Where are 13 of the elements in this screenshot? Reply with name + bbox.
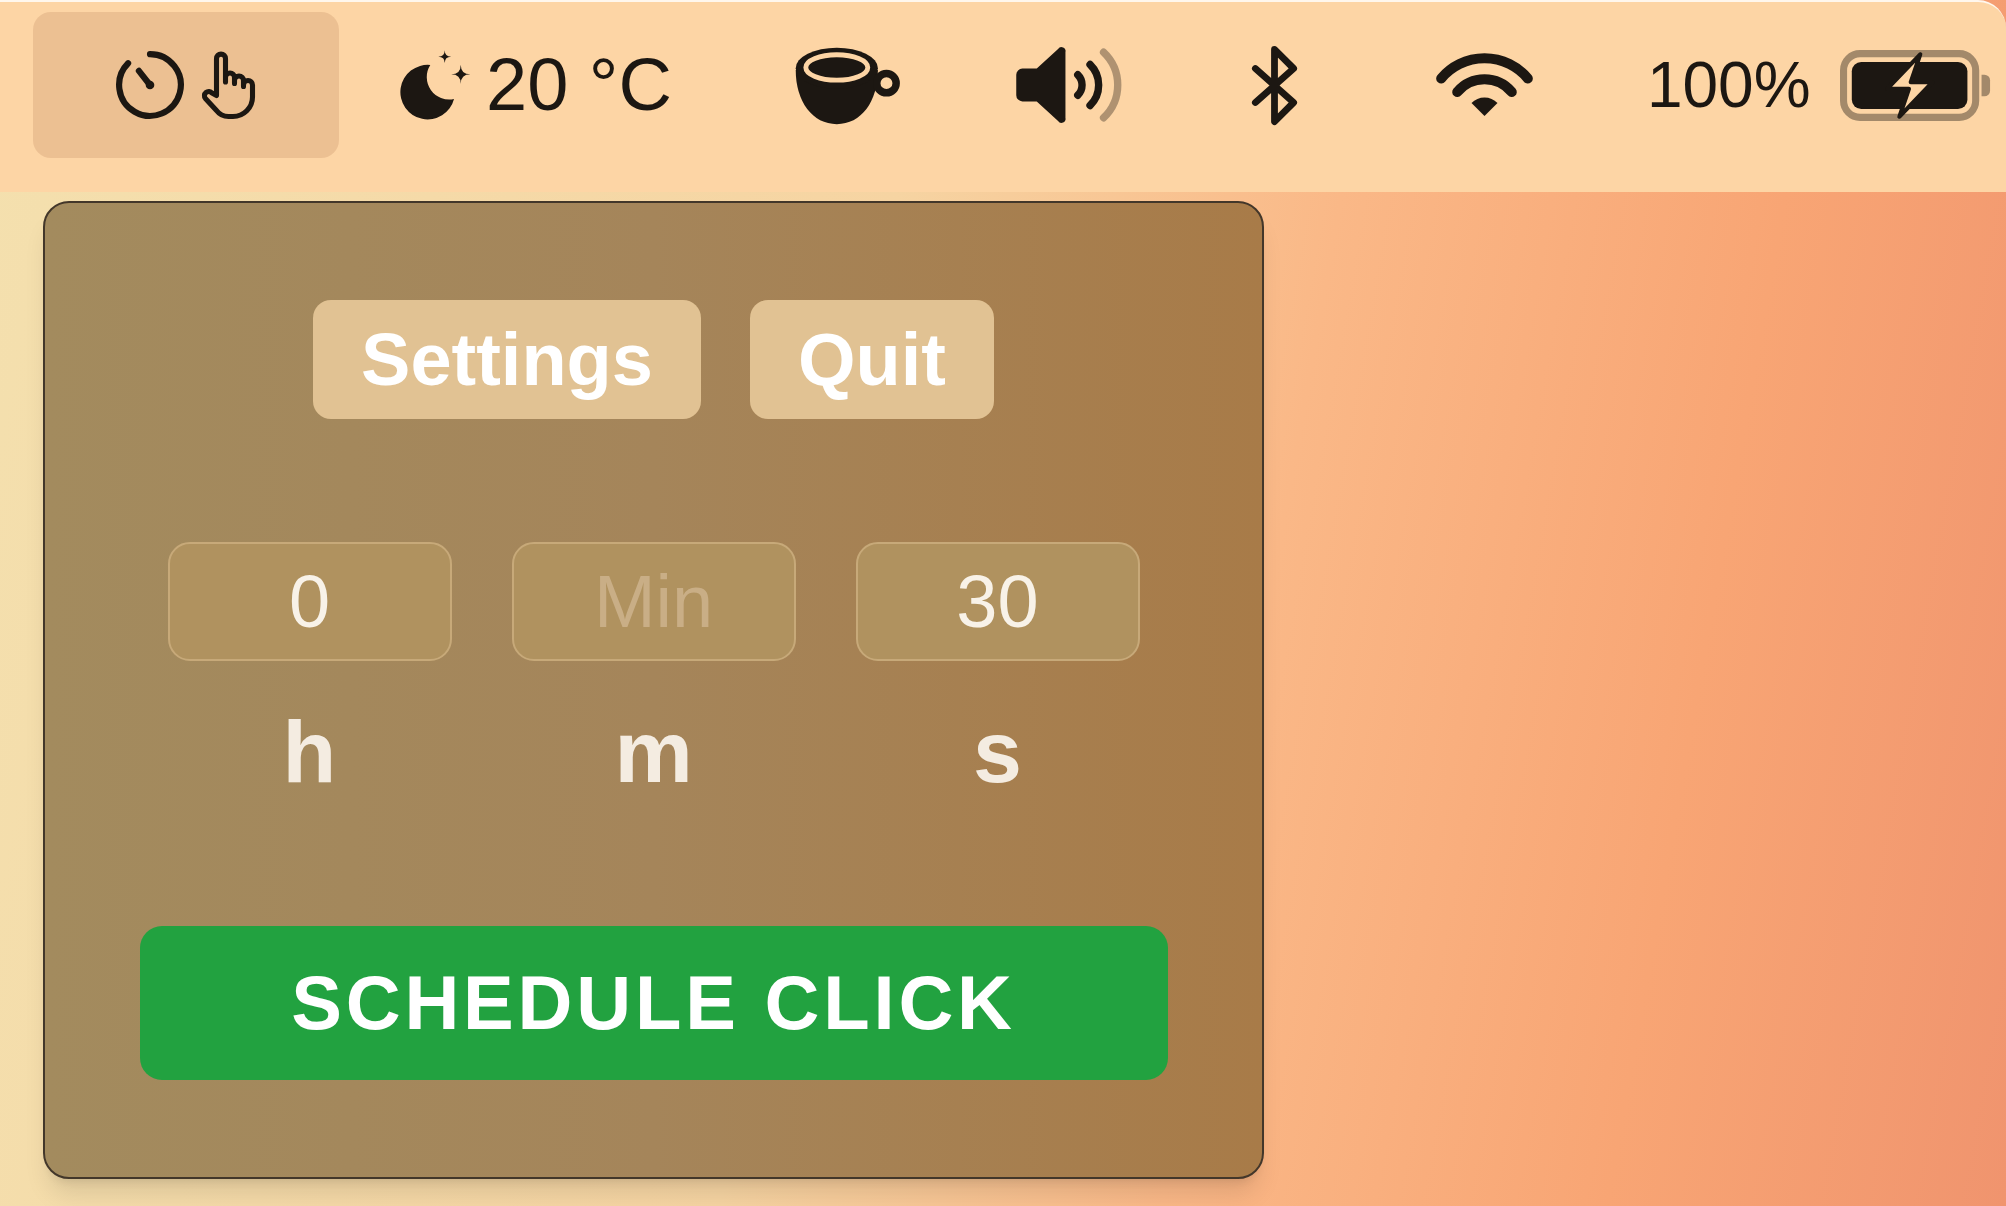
wifi-icon xyxy=(1433,51,1535,119)
menu-bar-item[interactable]: 20 °C xyxy=(383,12,684,158)
unit-label: h xyxy=(282,708,337,796)
settings-button[interactable]: Settings xyxy=(313,300,701,419)
time-field[interactable]: 0 xyxy=(167,542,452,661)
menu-bar-item[interactable]: 100% xyxy=(1634,12,2003,158)
menu-bar-item[interactable] xyxy=(33,12,339,158)
charging-battery-icon xyxy=(1839,49,1991,121)
quit-button[interactable]: Quit xyxy=(749,300,994,419)
time-field[interactable]: 30 xyxy=(855,542,1140,661)
schedule-button[interactable]: SCHEDULE CLICK xyxy=(139,926,1168,1080)
unit-label: s xyxy=(973,708,1022,796)
unit-label: m xyxy=(614,708,693,796)
